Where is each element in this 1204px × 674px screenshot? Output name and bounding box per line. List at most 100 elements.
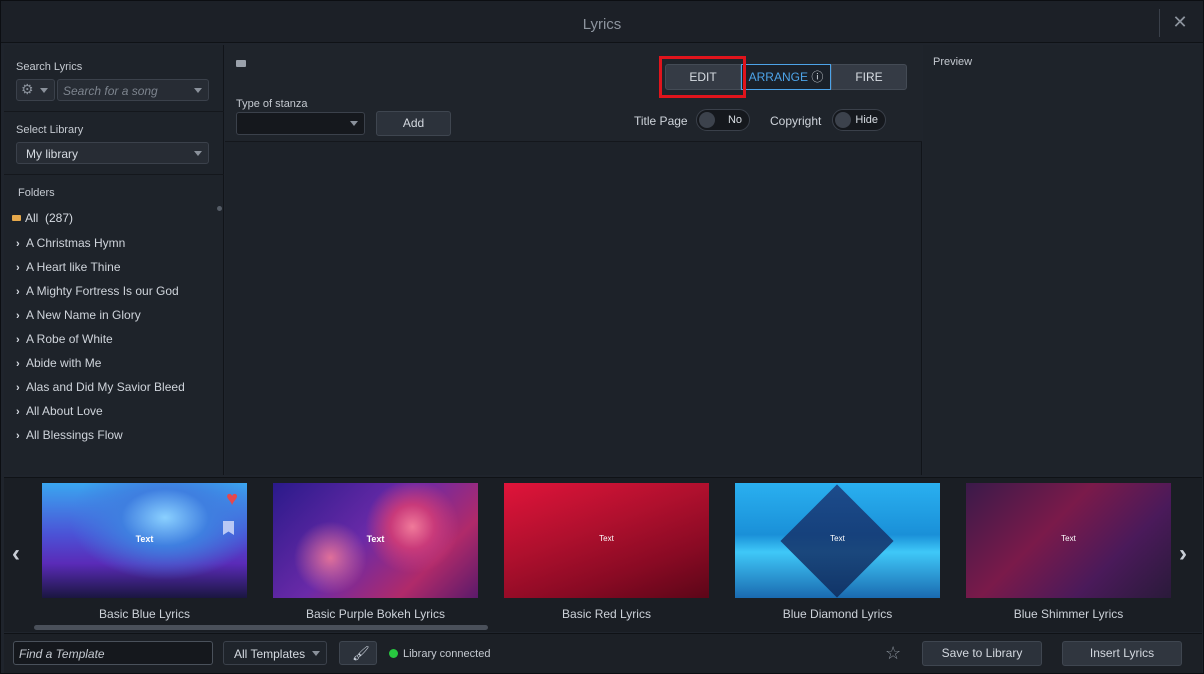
library-status: Library connected [403, 648, 491, 660]
template-name: Basic Purple Bokeh Lyrics [306, 607, 445, 621]
chevron-right-icon[interactable]: › [1179, 540, 1187, 568]
folder-item[interactable]: › A Christmas Hymn [16, 231, 216, 255]
folder-item[interactable]: › A Mighty Fortress Is our God [16, 279, 216, 303]
folder-item-label: Abide with Me [26, 356, 102, 370]
folder-icon [236, 60, 246, 67]
folder-item[interactable]: › A Robe of White [16, 327, 216, 351]
folder-item[interactable]: › Abide with Me [16, 351, 216, 375]
select-library-label: Select Library [16, 124, 84, 136]
chevron-right-icon: › [16, 430, 20, 442]
fire-mode-button[interactable]: FIRE [831, 64, 907, 90]
template-preview-text: Text [1061, 534, 1076, 543]
stanza-type-select[interactable] [236, 112, 365, 135]
title-page-value: No [727, 114, 742, 126]
template-preview-text: Text [366, 534, 385, 544]
chevron-right-icon: › [16, 238, 20, 250]
folder-list: › A Christmas Hymn › A Heart like Thine › A… [16, 231, 216, 447]
template-thumbnail[interactable]: Text [504, 483, 709, 598]
copyright-toggle[interactable]: Hide [832, 109, 886, 131]
toggle-knob [835, 112, 851, 128]
search-song-input[interactable]: Search for a song [57, 79, 209, 101]
folder-item-label: A Robe of White [26, 332, 113, 346]
folder-item-label: Alas and Did My Savior Bleed [26, 380, 185, 394]
close-icon[interactable]: ✕ [1171, 13, 1189, 31]
library-select[interactable]: My library [16, 142, 209, 164]
clean-button[interactable]: 🖌 [339, 641, 377, 665]
editor-toolbar: Type of stanza Add EDIT ARRANGE ⓘ FIRE T… [225, 45, 922, 142]
title-bar: Lyrics ✕ [1, 1, 1203, 43]
folder-item[interactable]: › All Blessings Flow [16, 423, 216, 447]
brush-icon: 🖌 [352, 645, 370, 661]
folder-all-count: (287) [45, 211, 74, 225]
heart-icon[interactable]: ♥ [226, 489, 238, 509]
template-name: Blue Shimmer Lyrics [1013, 607, 1124, 621]
template-thumbnail[interactable]: Text ♥ [42, 483, 247, 598]
preview-label: Preview [933, 56, 973, 68]
template-thumbnail[interactable]: Text [735, 483, 940, 598]
stanza-type-label: Type of stanza [236, 98, 308, 110]
title-separator [1159, 9, 1160, 37]
save-to-library-button[interactable]: Save to Library [922, 641, 1042, 666]
edit-highlight-box [659, 56, 746, 98]
title-page-toggle[interactable]: No [696, 109, 750, 131]
template-filter-value: All Templates [234, 647, 306, 661]
template-name: Blue Diamond Lyrics [782, 607, 893, 621]
folder-item-label: A Mighty Fortress Is our God [26, 284, 179, 298]
search-settings-button[interactable]: ⚙ [16, 79, 55, 101]
preview-panel: Preview [923, 45, 1203, 475]
star-icon[interactable]: ☆ [885, 643, 901, 664]
chevron-down-icon [194, 151, 202, 156]
editor-panel: Type of stanza Add EDIT ARRANGE ⓘ FIRE T… [225, 45, 922, 475]
template-thumbnail[interactable]: Text [273, 483, 478, 598]
left-panel: Search Lyrics ⚙ Search for a song Select… [4, 45, 224, 475]
find-template-input[interactable]: Find a Template [13, 641, 213, 665]
horizontal-scrollbar[interactable] [34, 625, 488, 630]
info-icon: ⓘ [811, 70, 824, 84]
chevron-right-icon: › [16, 310, 20, 322]
library-select-value: My library [26, 147, 79, 161]
folders-label: Folders [18, 187, 55, 199]
folder-item-label: All Blessings Flow [26, 428, 123, 442]
search-lyrics-label: Search Lyrics [16, 61, 83, 73]
folder-item[interactable]: › Alas and Did My Savior Bleed [16, 375, 216, 399]
window-title: Lyrics [582, 16, 622, 33]
chevron-right-icon: › [16, 286, 20, 298]
divider [4, 174, 224, 175]
lyrics-dialog: Lyrics ✕ Search Lyrics ⚙ Search for a so… [0, 0, 1204, 674]
folder-item[interactable]: › A Heart like Thine [16, 255, 216, 279]
chevron-right-icon: › [16, 358, 20, 370]
chevron-down-icon [350, 121, 358, 126]
template-name: Basic Blue Lyrics [99, 607, 190, 621]
copyright-value: Hide [855, 114, 878, 126]
template-name: Basic Red Lyrics [562, 607, 651, 621]
template-strip: ‹ › Text ♥ Basic Blue Lyrics Text Basic … [4, 477, 1202, 632]
folder-icon [12, 215, 21, 221]
chevron-right-icon: › [16, 406, 20, 418]
template-preview-text: Text [599, 534, 614, 543]
title-page-label: Title Page [634, 114, 688, 128]
chevron-right-icon: › [16, 382, 20, 394]
find-template-placeholder: Find a Template [19, 647, 105, 661]
chevron-left-icon[interactable]: ‹ [12, 540, 20, 568]
bookmark-icon[interactable] [223, 521, 234, 535]
folder-item-label: A New Name in Glory [26, 308, 141, 322]
folder-item[interactable]: › A New Name in Glory [16, 303, 216, 327]
folder-all-label: All [25, 211, 39, 225]
scrollbar-thumb[interactable] [217, 206, 222, 211]
gear-icon: ⚙ [21, 81, 34, 97]
add-stanza-button[interactable]: Add [376, 111, 451, 136]
chevron-right-icon: › [16, 262, 20, 274]
lyrics-editor-area[interactable] [225, 143, 922, 475]
toggle-knob [699, 112, 715, 128]
bottom-bar: Find a Template All Templates 🖌 Library … [4, 633, 1202, 673]
template-filter-select[interactable]: All Templates [223, 641, 327, 665]
folder-all[interactable]: All (287) [12, 211, 73, 225]
copyright-label: Copyright [770, 114, 822, 128]
template-thumbnail[interactable]: Text [966, 483, 1171, 598]
template-preview-text: Text [135, 534, 154, 544]
insert-lyrics-button[interactable]: Insert Lyrics [1062, 641, 1182, 666]
chevron-down-icon [312, 651, 320, 656]
arrange-mode-button[interactable]: ARRANGE ⓘ [741, 64, 831, 90]
folder-item[interactable]: › All About Love [16, 399, 216, 423]
divider [4, 111, 224, 112]
